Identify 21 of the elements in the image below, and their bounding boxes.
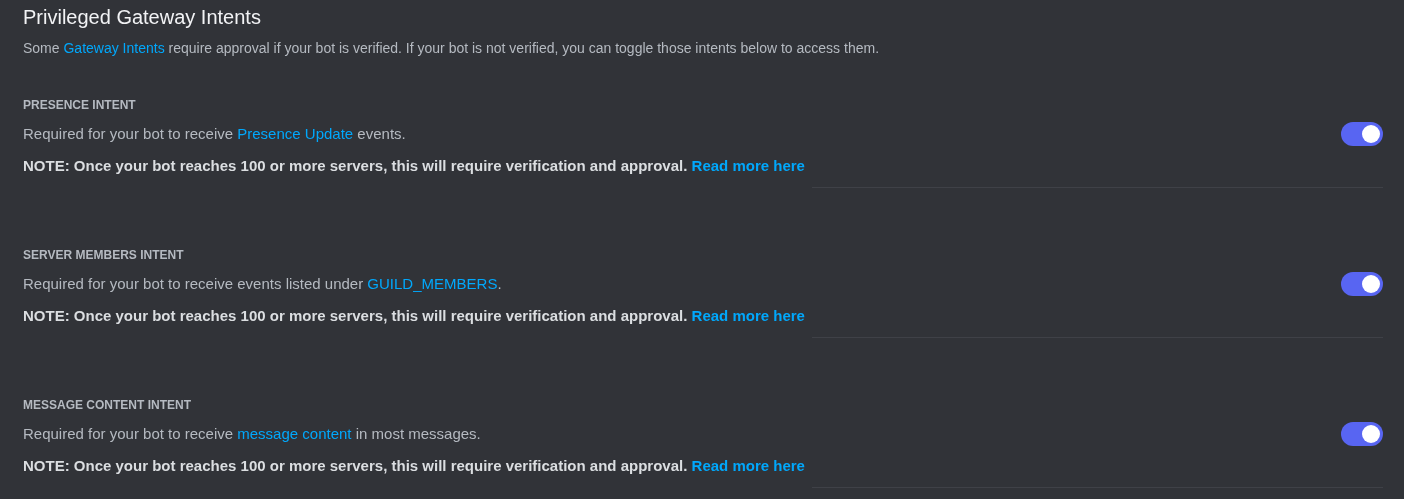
note-text: NOTE: Once your bot reaches 100 or more servers, this will require verification and approval. Read more here: [23, 306, 805, 326]
read-more-link[interactable]: Read more here: [691, 457, 805, 474]
intent-description: Required for your bot to receive Presence Update events.: [23, 124, 406, 144]
intro-text: Some Gateway Intents require approval if your bot is verified. If your bot is not verified, you can toggle those intents below to access them.: [23, 39, 880, 58]
intent-label: MESSAGE CONTENT INTENT: [23, 397, 191, 413]
gateway-intents-link[interactable]: Gateway Intents: [63, 40, 165, 56]
intent-description: Required for your bot to receive events listed under GUILD_MEMBERS.: [23, 274, 502, 294]
intent-link[interactable]: message content: [237, 425, 352, 442]
intent-label: PRESENCE INTENT: [23, 97, 136, 113]
toggle-switch[interactable]: [1341, 122, 1383, 146]
intent-label: SERVER MEMBERS INTENT: [23, 247, 184, 263]
intent-link[interactable]: GUILD_MEMBERS: [367, 275, 498, 292]
intent-link[interactable]: Presence Update: [237, 125, 354, 142]
toggle-switch[interactable]: [1341, 422, 1383, 446]
note-text: NOTE: Once your bot reaches 100 or more servers, this will require verification and approval. Read more here: [23, 156, 805, 176]
note-text: NOTE: Once your bot reaches 100 or more servers, this will require verification and approval. Read more here: [23, 456, 805, 476]
read-more-link[interactable]: Read more here: [691, 157, 805, 174]
page-title: Privileged Gateway Intents: [23, 5, 261, 30]
read-more-link[interactable]: Read more here: [691, 307, 805, 324]
toggle-switch[interactable]: [1341, 272, 1383, 296]
intent-description: Required for your bot to receive message content in most messages.: [23, 424, 481, 444]
